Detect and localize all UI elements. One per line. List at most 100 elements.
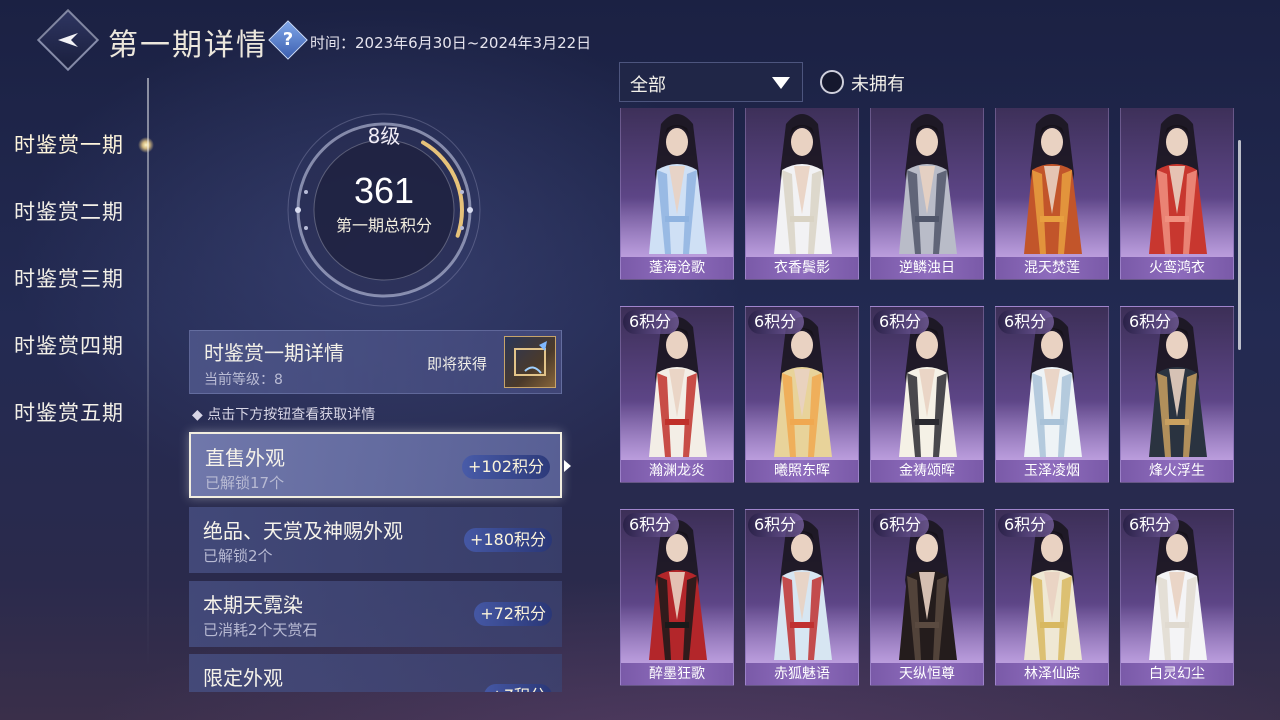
current-level: 当前等级：8 (204, 372, 283, 388)
outfit-card[interactable]: 6积分赤狐魅语 (745, 509, 859, 686)
character-figure (649, 114, 707, 254)
hint-text: ◆ 点击下方按钮查看获取详情 (192, 407, 376, 423)
character-figure (899, 114, 957, 254)
outfit-card[interactable]: 火鸾鸿衣 (1120, 108, 1234, 280)
outfit-name: 蓬海沧歌 (621, 257, 733, 279)
outfit-name: 林泽仙踪 (996, 663, 1108, 685)
category-dye[interactable]: 本期天霓染 已消耗2个天赏石 +72积分 (189, 581, 562, 647)
nav-item-period-2[interactable]: 时鉴赏二期 (0, 179, 160, 246)
points-badge: 6积分 (748, 310, 805, 334)
category-limited[interactable]: 限定外观 +7积分 (189, 654, 562, 692)
outfit-name: 金祷颂晖 (871, 460, 983, 482)
back-arrow-icon (58, 33, 78, 47)
outfit-name: 混天焚莲 (996, 257, 1108, 279)
help-icon[interactable]: ? (268, 20, 308, 60)
outfit-card[interactable]: 6积分金祷颂晖 (870, 306, 984, 483)
outfit-card[interactable]: 6积分烽火浮生 (1120, 306, 1234, 483)
category-title: 限定外观 (203, 666, 283, 690)
category-sub: 已消耗2个天赏石 (203, 621, 318, 639)
unowned-label[interactable]: 未拥有 (851, 70, 905, 96)
coming-soon-label: 即将获得 (427, 355, 488, 373)
filter-selected-value: 全部 (630, 75, 666, 96)
outfit-card[interactable]: 衣香鬓影 (745, 108, 859, 280)
points-badge: 6积分 (998, 513, 1055, 537)
points-badge: 6积分 (873, 513, 930, 537)
category-points: +7积分 (484, 684, 552, 692)
game-screen: 第一期详情 ? 时间：2023年6月30日~2024年3月22日 时鉴赏一期 时… (0, 0, 1280, 720)
outfit-name: 赤狐魅语 (746, 663, 858, 685)
character-figure (1024, 114, 1082, 254)
nav-item-period-5[interactable]: 时鉴赏五期 (0, 380, 160, 447)
points-badge: 6积分 (623, 513, 680, 537)
outfit-card[interactable]: 蓬海沧歌 (620, 108, 734, 280)
outfit-name: 逆鳞浊日 (871, 257, 983, 279)
character-figure (774, 114, 832, 254)
outfit-name: 天纵恒尊 (871, 663, 983, 685)
category-direct-sale[interactable]: 直售外观 已解锁17个 +102积分 (189, 432, 562, 498)
points-badge: 6积分 (998, 310, 1055, 334)
back-button[interactable] (36, 8, 100, 72)
outfit-card[interactable]: 混天焚莲 (995, 108, 1109, 280)
outfit-card[interactable]: 6积分瀚渊龙炎 (620, 306, 734, 483)
nav-item-label: 时鉴赏四期 (14, 334, 124, 358)
chevron-down-icon (772, 77, 790, 89)
category-sub: 已解锁2个 (203, 547, 273, 565)
period-detail-card[interactable]: 时鉴赏一期详情 当前等级：8 即将获得 (189, 330, 562, 394)
nav-item-period-1[interactable]: 时鉴赏一期 (0, 112, 160, 179)
unowned-radio[interactable] (820, 70, 844, 94)
nav-item-label: 时鉴赏二期 (14, 200, 124, 224)
detail-title: 时鉴赏一期详情 (204, 341, 344, 365)
nav-item-period-4[interactable]: 时鉴赏四期 (0, 313, 160, 380)
category-premium[interactable]: 绝品、天赏及神赐外观 已解锁2个 +180积分 (189, 507, 562, 573)
outfit-card[interactable]: 6积分天纵恒尊 (870, 509, 984, 686)
outfit-card[interactable]: 6积分醉墨狂歌 (620, 509, 734, 686)
total-score-caption: 第一期总积分 (335, 216, 432, 235)
outfit-card[interactable]: 6积分白灵幻尘 (1120, 509, 1234, 686)
outfit-name: 曦照东晖 (746, 460, 858, 482)
active-sparkle-icon (138, 137, 154, 153)
page-title: 第一期详情 (108, 28, 268, 63)
outfit-name: 玉泽凌烟 (996, 460, 1108, 482)
question-mark-icon: ? (282, 29, 294, 50)
filter-dropdown[interactable]: 全部 (619, 62, 803, 102)
points-badge: 6积分 (623, 310, 680, 334)
total-score: 361 (353, 170, 415, 211)
period-nav: 时鉴赏一期 时鉴赏二期 时鉴赏三期 时鉴赏四期 时鉴赏五期 (0, 112, 160, 447)
points-badge: 6积分 (1123, 513, 1180, 537)
points-badge: 6积分 (873, 310, 930, 334)
outfit-name: 白灵幻尘 (1121, 663, 1233, 685)
category-title: 本期天霓染 (203, 593, 303, 617)
selected-arrow-icon (564, 460, 571, 472)
nav-item-label: 时鉴赏五期 (14, 401, 124, 425)
outfit-grid: 蓬海沧歌 衣香鬓影 逆鳞浊日 混天焚莲 火鸾鸿衣 6积分 瀚渊龙炎 6积分 曦照东晖 6积分 金祷颂… (618, 108, 1238, 690)
category-points: +180积分 (464, 528, 552, 552)
reward-frame-icon (514, 341, 547, 376)
category-sub: 已解锁17个 (205, 474, 285, 492)
outfit-card[interactable]: 6积分玉泽凌烟 (995, 306, 1109, 483)
outfit-card[interactable]: 6积分曦照东晖 (745, 306, 859, 483)
category-points: +102积分 (462, 455, 550, 479)
category-title: 直售外观 (205, 446, 285, 470)
category-list-clip: 限定外观 +7积分 (189, 654, 562, 692)
period-text: 时间：2023年6月30日~2024年3月22日 (310, 34, 592, 52)
outfit-card[interactable]: 6积分林泽仙踪 (995, 509, 1109, 686)
outfit-name: 瀚渊龙炎 (621, 460, 733, 482)
nav-item-label: 时鉴赏一期 (14, 133, 124, 157)
character-figure (1149, 114, 1207, 254)
category-points: +72积分 (474, 602, 552, 626)
outfit-name: 衣香鬓影 (746, 257, 858, 279)
outfit-name: 火鸾鸿衣 (1121, 257, 1233, 279)
points-badge: 6积分 (748, 513, 805, 537)
level-label: 8级 (367, 124, 401, 148)
outfit-card[interactable]: 逆鳞浊日 (870, 108, 984, 280)
reward-thumbnail[interactable] (504, 336, 556, 388)
category-title: 绝品、天赏及神赐外观 (203, 519, 403, 543)
outfit-name: 烽火浮生 (1121, 460, 1233, 482)
nav-item-label: 时鉴赏三期 (14, 267, 124, 291)
score-ring: 8级 361 第一期总积分 (286, 112, 482, 308)
nav-item-period-3[interactable]: 时鉴赏三期 (0, 246, 160, 313)
nav-divider (147, 78, 149, 668)
grid-scrollbar[interactable] (1238, 140, 1241, 350)
points-badge: 6积分 (1123, 310, 1180, 334)
outfit-name: 醉墨狂歌 (621, 663, 733, 685)
